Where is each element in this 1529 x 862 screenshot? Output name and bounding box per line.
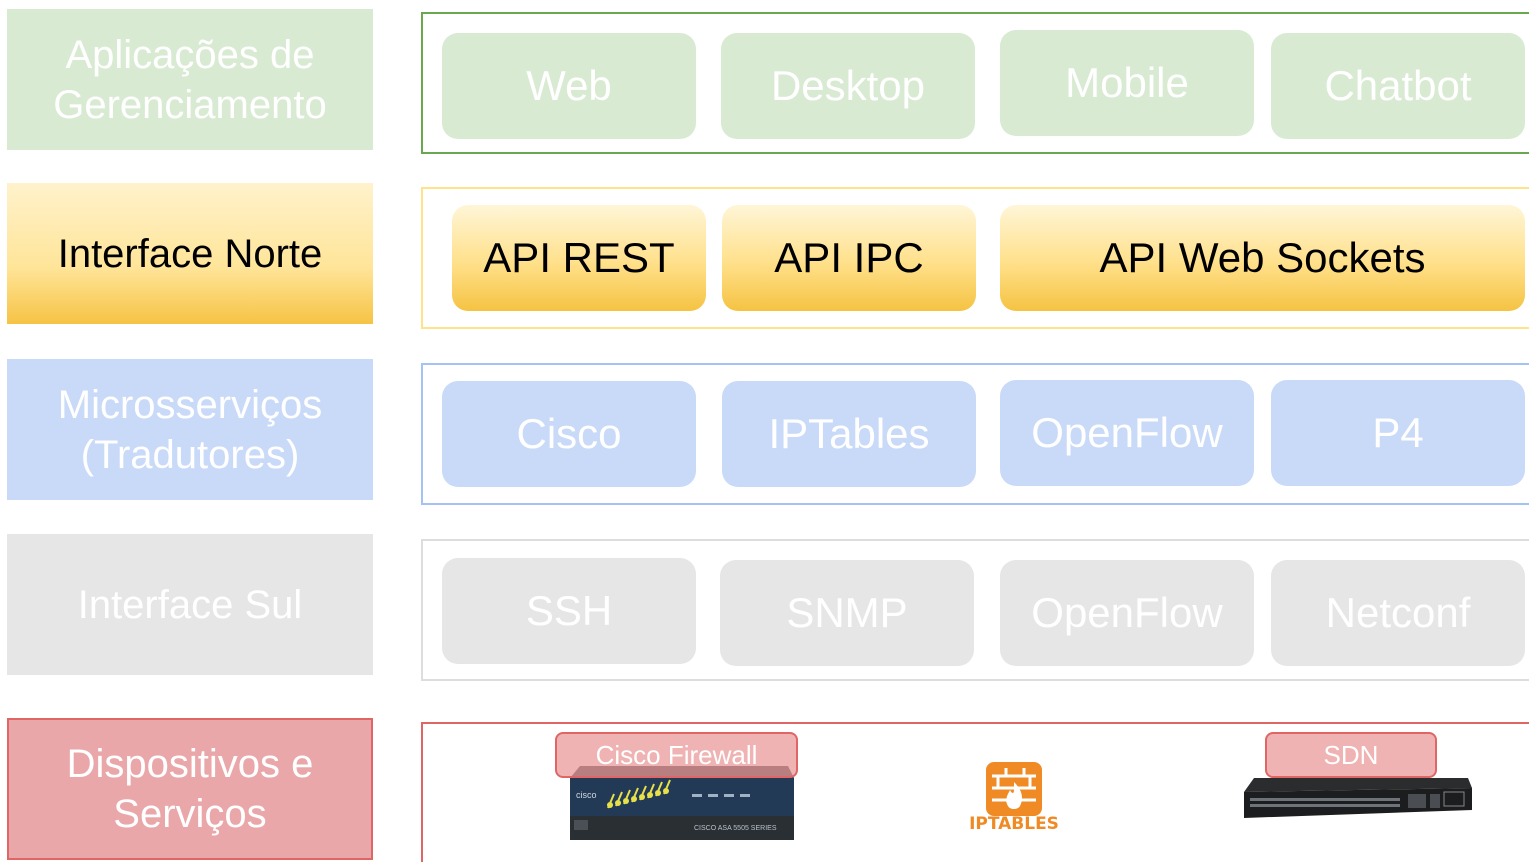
translator-iptables-box: IPTables [722,381,976,487]
sdn-switch-icon [1240,770,1472,826]
iptables-logo-icon: IPTABLES [958,760,1070,840]
cisco-brand-text: cisco [576,790,597,800]
translator-openflow-box: OpenFlow [1000,380,1254,486]
iptables-logo-text: IPTABLES [969,814,1059,834]
device-label-sdn: SDN [1265,732,1437,778]
protocol-snmp-box: SNMP [720,560,974,666]
app-chatbot-box: Chatbot [1271,33,1525,139]
protocol-ssh-box: SSH [442,558,696,664]
layer-label-microservices: Microsserviços (Tradutores) [7,359,373,500]
app-web-box: Web [442,33,696,139]
translator-p4-box: P4 [1271,380,1525,486]
app-mobile-box: Mobile [1000,30,1254,136]
layer-label-south-interface: Interface Sul [7,534,373,675]
layer-label-north-interface: Interface Norte [7,183,373,324]
translator-cisco-box: Cisco [442,381,696,487]
layer-label-management-apps: Aplicações de Gerenciamento [7,9,373,150]
app-desktop-box: Desktop [721,33,975,139]
api-websockets-box: API Web Sockets [1000,205,1525,311]
api-rest-box: API REST [452,205,706,311]
api-ipc-box: API IPC [722,205,976,311]
protocol-openflow-box: OpenFlow [1000,560,1254,666]
device-label-cisco-firewall: Cisco Firewall [555,732,798,778]
protocol-netconf-box: Netconf [1271,560,1525,666]
layer-label-devices: Dispositivos e Serviços [7,718,373,860]
cisco-model-text: CISCO ASA 5505 SERIES [694,825,777,832]
